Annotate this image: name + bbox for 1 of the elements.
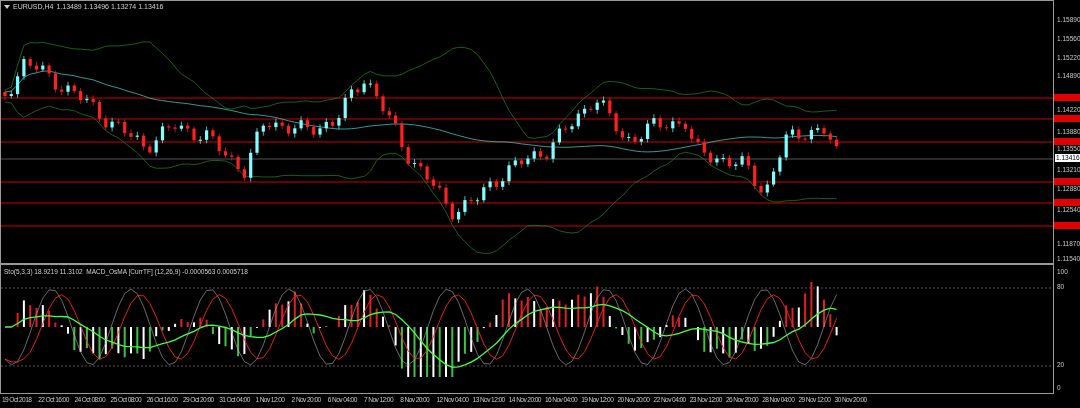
dropdown-triangle-icon[interactable] — [4, 4, 10, 9]
